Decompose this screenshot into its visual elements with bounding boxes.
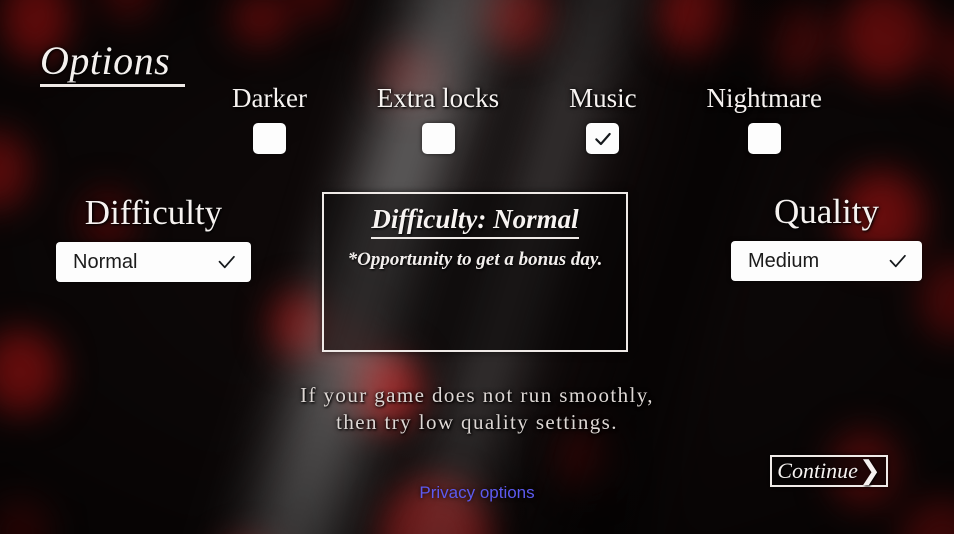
difficulty-info-heading: Difficulty: Normal [371,204,579,239]
toggle-music-label: Music [569,83,637,113]
toggle-darker[interactable]: Darker [232,83,307,154]
options-screen: Options Darker Extra locks Music Nightma… [0,0,954,534]
toggle-nightmare-label: Nightmare [706,83,822,113]
page-title: Options [40,38,171,83]
difficulty-title: Difficulty [84,193,223,232]
difficulty-info-panel: Difficulty: Normal *Opportunity to get a… [322,192,628,352]
toggle-nightmare[interactable]: Nightmare [707,83,822,154]
difficulty-selected-value: Normal [73,250,138,273]
checkbox-nightmare[interactable] [747,123,781,154]
chevron-right-icon: ❯ [858,456,881,485]
checkbox-extra-locks[interactable] [421,123,455,154]
difficulty-setting: Difficulty Normal [56,193,251,282]
difficulty-select[interactable]: Normal [56,242,251,282]
quality-hint-line-2: then try low quality settings. [336,410,618,435]
quality-hint-line-1: If your game does not run smoothly, [300,383,654,407]
continue-button-label: Continue [777,458,858,483]
checkmark-icon [889,254,906,267]
toggle-extra-locks-label: Extra locks [376,83,500,113]
quality-selected-value: Medium [748,249,820,272]
checkbox-music[interactable] [586,123,620,154]
title-underline [40,84,185,87]
toggle-music[interactable]: Music [569,83,637,154]
quality-setting: Quality Medium [731,192,922,281]
toggle-extra-locks[interactable]: Extra locks [377,83,499,154]
difficulty-info-subtext: *Opportunity to get a bonus day. [347,248,603,270]
checkmark-icon [595,132,611,145]
checkbox-darker[interactable] [252,123,286,154]
quality-select[interactable]: Medium [731,241,922,281]
quality-title: Quality [774,192,879,231]
quality-hint: If your game does not run smoothly, then… [0,382,954,437]
checkmark-icon [218,255,235,268]
continue-button[interactable]: Continue ❯ [770,455,888,487]
toggle-row: Darker Extra locks Music Nightmare [232,83,822,154]
toggle-darker-label: Darker [232,83,307,113]
